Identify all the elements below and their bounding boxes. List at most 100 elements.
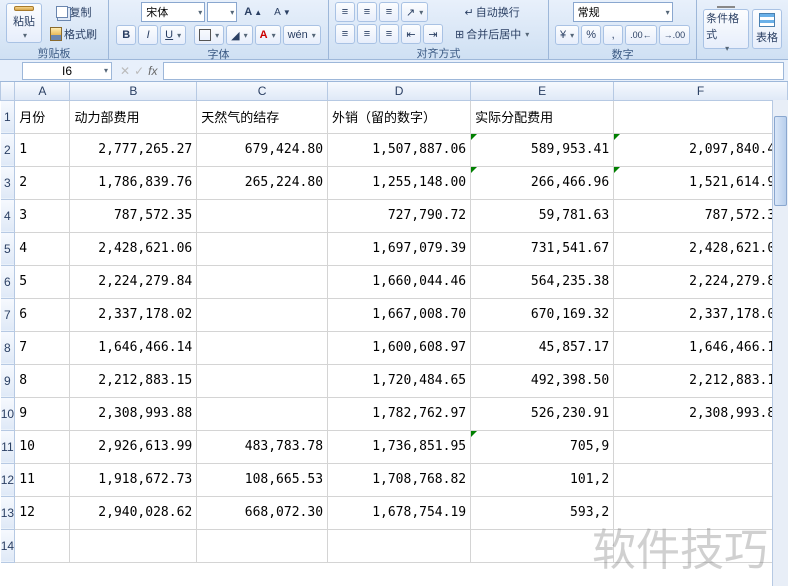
- cell[interactable]: [197, 397, 328, 430]
- cell[interactable]: 2: [15, 166, 70, 199]
- cell[interactable]: 2,308,993.88: [614, 397, 788, 430]
- cancel-icon[interactable]: ✕: [120, 64, 130, 78]
- merge-center-button[interactable]: ⊞ 合并后居中: [450, 24, 534, 44]
- italic-button[interactable]: I: [138, 25, 158, 45]
- cell[interactable]: [197, 298, 328, 331]
- wrap-text-button[interactable]: ↵ 自动换行: [450, 2, 534, 22]
- cell[interactable]: [197, 232, 328, 265]
- cell[interactable]: 1,255,148.00: [328, 166, 471, 199]
- row-header[interactable]: 8: [1, 331, 15, 364]
- scroll-thumb[interactable]: [774, 116, 787, 206]
- cell[interactable]: [70, 529, 197, 562]
- format-painter-button[interactable]: 格式刷: [45, 24, 102, 44]
- cell[interactable]: 101,2: [471, 463, 614, 496]
- font-name-combo[interactable]: 宋体: [141, 2, 205, 22]
- cell[interactable]: 1,678,754.19: [328, 496, 471, 529]
- row-header[interactable]: 4: [1, 199, 15, 232]
- row-header[interactable]: 3: [1, 166, 15, 199]
- cell[interactable]: 668,072.30: [197, 496, 328, 529]
- cell[interactable]: 108,665.53: [197, 463, 328, 496]
- cell[interactable]: 10: [15, 430, 70, 463]
- col-header-D[interactable]: D: [328, 82, 471, 100]
- cell[interactable]: 3: [15, 199, 70, 232]
- cell[interactable]: 2,940,028.62: [70, 496, 197, 529]
- decrease-decimal-button[interactable]: →.00: [659, 25, 691, 45]
- cell[interactable]: [197, 331, 328, 364]
- cell[interactable]: 731,541.67: [471, 232, 614, 265]
- align-bottom-button[interactable]: ≡: [379, 2, 399, 22]
- cell[interactable]: 12: [15, 496, 70, 529]
- align-left-button[interactable]: ≡: [335, 24, 355, 44]
- fx-icon[interactable]: fx: [148, 64, 157, 78]
- cell[interactable]: 7: [15, 331, 70, 364]
- cell[interactable]: 2,777,265.27: [70, 133, 197, 166]
- cell[interactable]: 593,2: [471, 496, 614, 529]
- indent-increase-button[interactable]: ⇥: [423, 24, 443, 44]
- cell[interactable]: 787,572.35: [70, 199, 197, 232]
- cell[interactable]: 59,781.63: [471, 199, 614, 232]
- cell[interactable]: 2,428,621.06: [614, 232, 788, 265]
- number-format-combo[interactable]: 常规: [573, 2, 673, 22]
- cell[interactable]: 787,572.35: [614, 199, 788, 232]
- align-top-button[interactable]: ≡: [335, 2, 355, 22]
- align-center-button[interactable]: ≡: [357, 24, 377, 44]
- font-color-button[interactable]: A: [255, 25, 281, 45]
- formula-input[interactable]: [163, 62, 784, 80]
- cell[interactable]: [614, 496, 788, 529]
- cell[interactable]: 1,600,608.97: [328, 331, 471, 364]
- indent-decrease-button[interactable]: ⇤: [401, 24, 421, 44]
- conditional-format-button[interactable]: 条件格式: [703, 9, 749, 49]
- cell[interactable]: 492,398.50: [471, 364, 614, 397]
- cell[interactable]: 2,308,993.88: [70, 397, 197, 430]
- fill-color-button[interactable]: ◢: [226, 25, 252, 45]
- cell[interactable]: [614, 430, 788, 463]
- col-header-E[interactable]: E: [471, 82, 614, 100]
- row-header[interactable]: 1: [1, 100, 15, 133]
- row-header[interactable]: 7: [1, 298, 15, 331]
- col-header-C[interactable]: C: [197, 82, 328, 100]
- cell[interactable]: 5: [15, 265, 70, 298]
- cell[interactable]: 45,857.17: [471, 331, 614, 364]
- cell[interactable]: 月份: [15, 100, 70, 133]
- cell[interactable]: 11: [15, 463, 70, 496]
- cell[interactable]: [197, 199, 328, 232]
- cell[interactable]: 1: [15, 133, 70, 166]
- cell[interactable]: [614, 100, 788, 133]
- cell[interactable]: 2,212,883.15: [614, 364, 788, 397]
- copy-button[interactable]: 复制: [45, 2, 102, 22]
- enter-icon[interactable]: ✓: [134, 64, 144, 78]
- comma-button[interactable]: ,: [603, 25, 623, 45]
- cell[interactable]: 9: [15, 397, 70, 430]
- cell[interactable]: 1,660,044.46: [328, 265, 471, 298]
- row-header[interactable]: 11: [1, 430, 15, 463]
- cell[interactable]: 1,786,839.76: [70, 166, 197, 199]
- cell[interactable]: 动力部费用: [70, 100, 197, 133]
- align-middle-button[interactable]: ≡: [357, 2, 377, 22]
- cell[interactable]: 670,169.32: [471, 298, 614, 331]
- cell[interactable]: 4: [15, 232, 70, 265]
- accounting-format-button[interactable]: ¥: [555, 25, 579, 45]
- cell[interactable]: 天然气的结存: [197, 100, 328, 133]
- cell[interactable]: [471, 529, 614, 562]
- cell[interactable]: 526,230.91: [471, 397, 614, 430]
- cell[interactable]: 1,646,466.14: [614, 331, 788, 364]
- cell[interactable]: 8: [15, 364, 70, 397]
- cell[interactable]: 265,224.80: [197, 166, 328, 199]
- select-all-corner[interactable]: [1, 82, 15, 100]
- cell[interactable]: 2,097,840.47: [614, 133, 788, 166]
- row-header[interactable]: 12: [1, 463, 15, 496]
- col-header-B[interactable]: B: [70, 82, 197, 100]
- row-header[interactable]: 13: [1, 496, 15, 529]
- cell[interactable]: 2,428,621.06: [70, 232, 197, 265]
- borders-button[interactable]: [194, 25, 224, 45]
- cell[interactable]: 1,521,614.96: [614, 166, 788, 199]
- shrink-font-button[interactable]: A▼: [269, 2, 296, 22]
- cell[interactable]: 6: [15, 298, 70, 331]
- cell[interactable]: 564,235.38: [471, 265, 614, 298]
- cell[interactable]: 2,224,279.84: [614, 265, 788, 298]
- cell[interactable]: 1,782,762.97: [328, 397, 471, 430]
- cell[interactable]: [197, 364, 328, 397]
- cell[interactable]: 实际分配费用: [471, 100, 614, 133]
- row-header[interactable]: 10: [1, 397, 15, 430]
- cell[interactable]: 679,424.80: [197, 133, 328, 166]
